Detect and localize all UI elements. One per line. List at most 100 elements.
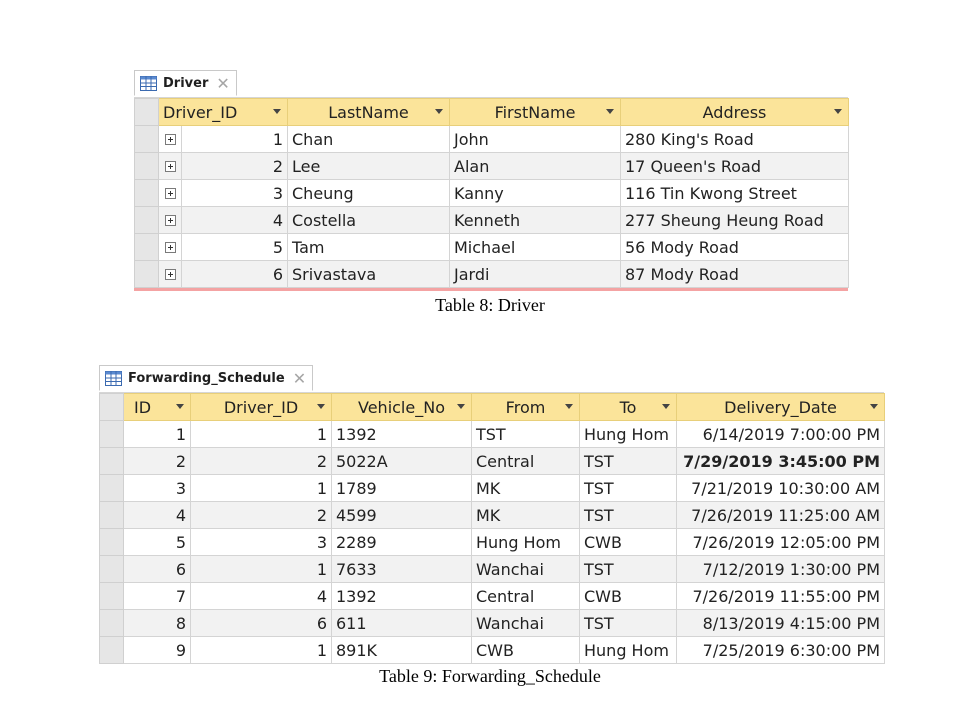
record-selector[interactable]	[99, 582, 124, 610]
cell-firstname[interactable]: Kanny	[449, 179, 621, 207]
cell-to[interactable]: TST	[579, 447, 677, 475]
column-header-lastname[interactable]: LastName	[287, 98, 450, 126]
cell-delivery-date[interactable]: 7/25/2019 6:30:00 PM	[676, 636, 885, 664]
cell-to[interactable]: Hung Hom	[579, 420, 677, 448]
record-selector[interactable]	[134, 152, 159, 180]
cell-lastname[interactable]: Chan	[287, 125, 450, 153]
cell-to[interactable]: Hung Hom	[579, 636, 677, 664]
cell-firstname[interactable]: Kenneth	[449, 206, 621, 234]
cell-firstname[interactable]: Alan	[449, 152, 621, 180]
dropdown-arrow-icon[interactable]	[457, 404, 465, 409]
cell-delivery-date[interactable]: 8/13/2019 4:15:00 PM	[676, 609, 885, 637]
column-header-from[interactable]: From	[471, 393, 580, 421]
cell-driver-id[interactable]: 4	[190, 582, 332, 610]
cell-from[interactable]: Wanchai	[471, 609, 580, 637]
cell-delivery-date[interactable]: 7/29/2019 3:45:00 PM	[676, 447, 885, 475]
cell-lastname[interactable]: Tam	[287, 233, 450, 261]
cell-from[interactable]: Wanchai	[471, 555, 580, 583]
record-selector[interactable]	[134, 260, 159, 288]
cell-id[interactable]: 7	[123, 582, 191, 610]
cell-driver-id[interactable]: 2	[181, 152, 288, 180]
cell-address[interactable]: 87 Mody Road	[620, 260, 849, 288]
cell-id[interactable]: 9	[123, 636, 191, 664]
record-selector[interactable]	[99, 555, 124, 583]
dropdown-arrow-icon[interactable]	[176, 404, 184, 409]
close-icon[interactable]: ✕	[293, 369, 306, 388]
cell-firstname[interactable]: Michael	[449, 233, 621, 261]
dropdown-arrow-icon[interactable]	[834, 109, 842, 114]
column-header-delivery-date[interactable]: Delivery_Date	[676, 393, 885, 421]
cell-address[interactable]: 56 Mody Road	[620, 233, 849, 261]
cell-to[interactable]: TST	[579, 555, 677, 583]
cell-to[interactable]: TST	[579, 609, 677, 637]
cell-from[interactable]: MK	[471, 474, 580, 502]
dropdown-arrow-icon[interactable]	[606, 109, 614, 114]
cell-delivery-date[interactable]: 7/26/2019 11:25:00 AM	[676, 501, 885, 529]
record-selector[interactable]	[99, 609, 124, 637]
cell-lastname[interactable]: Srivastava	[287, 260, 450, 288]
cell-to[interactable]: TST	[579, 474, 677, 502]
cell-vehicle-no[interactable]: 7633	[331, 555, 472, 583]
record-selector[interactable]	[134, 206, 159, 234]
cell-id[interactable]: 3	[123, 474, 191, 502]
select-all-corner[interactable]	[134, 98, 159, 126]
cell-lastname[interactable]: Lee	[287, 152, 450, 180]
record-selector[interactable]	[99, 420, 124, 448]
cell-driver-id[interactable]: 6	[190, 609, 332, 637]
dropdown-arrow-icon[interactable]	[273, 109, 281, 114]
cell-from[interactable]: MK	[471, 501, 580, 529]
cell-from[interactable]: Hung Hom	[471, 528, 580, 556]
record-selector[interactable]	[99, 474, 124, 502]
cell-vehicle-no[interactable]: 1789	[331, 474, 472, 502]
dropdown-arrow-icon[interactable]	[870, 404, 878, 409]
cell-address[interactable]: 277 Sheung Heung Road	[620, 206, 849, 234]
cell-from[interactable]: Central	[471, 582, 580, 610]
close-icon[interactable]: ✕	[216, 74, 229, 93]
cell-id[interactable]: 6	[123, 555, 191, 583]
cell-driver-id[interactable]: 5	[181, 233, 288, 261]
cell-driver-id[interactable]: 4	[181, 206, 288, 234]
expand-row-button[interactable]	[158, 206, 182, 234]
record-selector[interactable]	[134, 233, 159, 261]
cell-id[interactable]: 2	[123, 447, 191, 475]
record-selector[interactable]	[134, 125, 159, 153]
cell-driver-id[interactable]: 2	[190, 501, 332, 529]
cell-driver-id[interactable]: 1	[190, 636, 332, 664]
record-selector[interactable]	[99, 501, 124, 529]
cell-vehicle-no[interactable]: 2289	[331, 528, 472, 556]
expand-row-button[interactable]	[158, 125, 182, 153]
cell-driver-id[interactable]: 3	[190, 528, 332, 556]
column-header-id[interactable]: ID	[123, 393, 191, 421]
cell-driver-id[interactable]: 6	[181, 260, 288, 288]
column-header-vehicle-no[interactable]: Vehicle_No	[331, 393, 472, 421]
cell-delivery-date[interactable]: 7/12/2019 1:30:00 PM	[676, 555, 885, 583]
expand-row-button[interactable]	[158, 233, 182, 261]
cell-delivery-date[interactable]: 7/26/2019 11:55:00 PM	[676, 582, 885, 610]
cell-vehicle-no[interactable]: 891K	[331, 636, 472, 664]
cell-address[interactable]: 280 King's Road	[620, 125, 849, 153]
cell-driver-id[interactable]: 1	[190, 420, 332, 448]
expand-row-button[interactable]	[158, 260, 182, 288]
driver-tab[interactable]: Driver ✕	[134, 70, 237, 96]
cell-address[interactable]: 17 Queen's Road	[620, 152, 849, 180]
cell-vehicle-no[interactable]: 611	[331, 609, 472, 637]
cell-vehicle-no[interactable]: 4599	[331, 501, 472, 529]
cell-id[interactable]: 1	[123, 420, 191, 448]
cell-delivery-date[interactable]: 7/21/2019 10:30:00 AM	[676, 474, 885, 502]
cell-vehicle-no[interactable]: 1392	[331, 420, 472, 448]
column-header-address[interactable]: Address	[620, 98, 849, 126]
cell-address[interactable]: 116 Tin Kwong Street	[620, 179, 849, 207]
cell-from[interactable]: TST	[471, 420, 580, 448]
cell-driver-id[interactable]: 1	[190, 555, 332, 583]
cell-to[interactable]: CWB	[579, 582, 677, 610]
record-selector[interactable]	[134, 179, 159, 207]
column-header-driver-id[interactable]: Driver_ID	[190, 393, 332, 421]
column-header-driver-id[interactable]: Driver_ID	[158, 98, 288, 126]
cell-to[interactable]: CWB	[579, 528, 677, 556]
dropdown-arrow-icon[interactable]	[435, 109, 443, 114]
cell-driver-id[interactable]: 1	[190, 474, 332, 502]
cell-lastname[interactable]: Costella	[287, 206, 450, 234]
record-selector[interactable]	[99, 447, 124, 475]
cell-from[interactable]: Central	[471, 447, 580, 475]
select-all-corner[interactable]	[99, 393, 124, 421]
